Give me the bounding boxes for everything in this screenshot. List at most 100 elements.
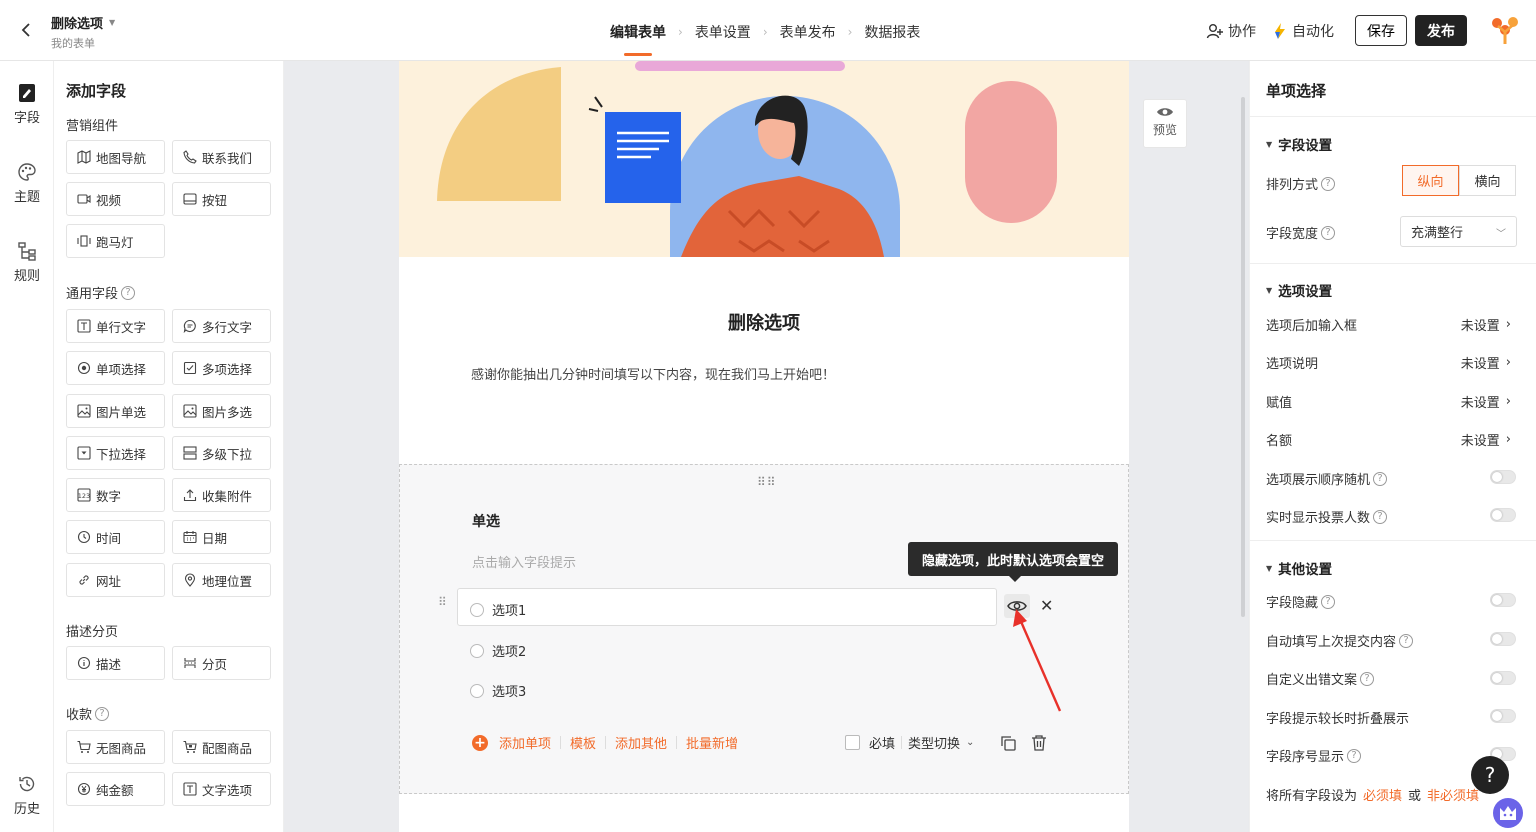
- field-date[interactable]: 日期: [172, 520, 271, 554]
- trash-icon[interactable]: [1031, 734, 1047, 752]
- section-field-settings[interactable]: ▼ 字段设置: [1266, 134, 1332, 154]
- assign-value-value[interactable]: 未设置 ›: [1461, 392, 1511, 411]
- add-other-link[interactable]: 添加其他: [615, 733, 667, 752]
- field-url[interactable]: 网址: [66, 563, 165, 597]
- field-hint-input[interactable]: 点击输入字段提示: [472, 552, 576, 571]
- field-pagination[interactable]: 分页: [172, 646, 271, 680]
- tab-edit-form[interactable]: 编辑表单: [610, 22, 666, 56]
- step-nav: 编辑表单 › 表单设置 › 表单发布 › 数据报表: [610, 22, 920, 56]
- help-icon[interactable]: ?: [1373, 509, 1388, 524]
- form-name-dropdown[interactable]: 删除选项 ▼: [51, 13, 115, 32]
- show-votes-toggle[interactable]: [1490, 508, 1516, 522]
- preview-button[interactable]: 预览: [1143, 99, 1187, 148]
- field-label: 图片单选: [96, 404, 147, 420]
- option-desc-value[interactable]: 未设置 ›: [1461, 353, 1511, 372]
- field-dropdown[interactable]: 下拉选择: [66, 436, 165, 470]
- help-icon[interactable]: ?: [1373, 471, 1388, 486]
- form-title[interactable]: 删除选项: [399, 309, 1129, 335]
- field-product-no-image[interactable]: 无图商品: [66, 730, 165, 764]
- field-pure-amount[interactable]: 纯金额: [66, 772, 165, 806]
- section-option-settings[interactable]: ▼ 选项设置: [1266, 280, 1332, 300]
- option-input-value[interactable]: 未设置 ›: [1461, 315, 1511, 334]
- back-button[interactable]: [14, 18, 38, 42]
- collab-button[interactable]: 协作: [1206, 21, 1256, 41]
- add-circle-icon[interactable]: +: [472, 734, 488, 751]
- help-icon[interactable]: ?: [95, 706, 110, 721]
- breadcrumb-parent[interactable]: 我的表单: [51, 35, 95, 51]
- field-description[interactable]: 描述: [66, 646, 165, 680]
- nav-rules[interactable]: 规则: [0, 241, 54, 284]
- field-cascade-dropdown[interactable]: 多级下拉: [172, 436, 271, 470]
- autofill-toggle[interactable]: [1490, 632, 1516, 646]
- custom-error-toggle[interactable]: [1490, 671, 1516, 685]
- app-logo[interactable]: [1488, 14, 1522, 46]
- field-map-nav[interactable]: 地图导航: [66, 140, 165, 174]
- selected-field-single-choice[interactable]: ⠿⠿ 单选 点击输入字段提示 ⠿ 选项1 选项2 选项3 ✕ 隐藏选项，此时默认…: [399, 464, 1129, 794]
- help-icon[interactable]: ?: [1347, 748, 1362, 763]
- batch-add-link[interactable]: 批量新增: [686, 733, 738, 752]
- width-select[interactable]: 充满整行 ﹀: [1400, 216, 1517, 247]
- field-label: 单行文字: [96, 319, 147, 335]
- drag-handle-icon[interactable]: ⠿⠿: [757, 475, 777, 489]
- nav-theme[interactable]: 主题: [0, 162, 54, 205]
- field-label: 分页: [202, 656, 228, 672]
- field-multi-line[interactable]: 多行文字: [172, 309, 271, 343]
- option-1-input[interactable]: [457, 588, 997, 626]
- help-icon[interactable]: ?: [1360, 671, 1375, 686]
- help-icon[interactable]: ?: [1321, 594, 1336, 609]
- layout-horizontal-option[interactable]: 横向: [1459, 165, 1516, 196]
- type-switch-dropdown[interactable]: 类型切换: [908, 733, 960, 752]
- save-button[interactable]: 保存: [1355, 15, 1407, 46]
- copy-icon[interactable]: [999, 734, 1017, 752]
- set-all-optional-link[interactable]: 非必须填: [1427, 785, 1479, 804]
- section-other-settings[interactable]: ▼ 其他设置: [1266, 558, 1332, 578]
- field-button[interactable]: 按钮: [172, 182, 271, 216]
- tab-form-publish[interactable]: 表单发布: [780, 22, 836, 56]
- option-2[interactable]: 选项2: [470, 641, 526, 660]
- hide-field-toggle[interactable]: [1490, 593, 1516, 607]
- fold-hint-toggle[interactable]: [1490, 709, 1516, 723]
- form-description[interactable]: 感谢你能抽出几分钟时间填写以下内容，现在我们马上开始吧！: [471, 364, 835, 383]
- field-image-multi[interactable]: 图片多选: [172, 394, 271, 428]
- nav-fields[interactable]: 字段: [0, 83, 54, 126]
- random-order-label: 选项展示顺序随机: [1266, 473, 1371, 488]
- field-single-choice[interactable]: 单项选择: [66, 351, 165, 385]
- nav-history[interactable]: 历史: [0, 774, 54, 817]
- help-icon[interactable]: ?: [1321, 225, 1336, 240]
- field-contact-us[interactable]: 联系我们: [172, 140, 271, 174]
- option-1[interactable]: 选项1: [470, 600, 526, 619]
- field-video[interactable]: 视频: [66, 182, 165, 216]
- assistant-icon[interactable]: [1493, 798, 1523, 828]
- quota-value[interactable]: 未设置 ›: [1461, 430, 1511, 449]
- set-all-required-link[interactable]: 必须填: [1363, 785, 1402, 804]
- template-link[interactable]: 模板: [570, 733, 596, 752]
- field-multi-choice[interactable]: 多项选择: [172, 351, 271, 385]
- tab-data-report[interactable]: 数据报表: [864, 22, 920, 56]
- field-number[interactable]: 123 数字: [66, 478, 165, 512]
- automation-button[interactable]: 自动化: [1272, 21, 1334, 41]
- required-checkbox[interactable]: [845, 735, 860, 750]
- add-option-link[interactable]: 添加单项: [499, 733, 551, 752]
- field-product-with-image[interactable]: 配图商品: [172, 730, 271, 764]
- field-attachment[interactable]: 收集附件: [172, 478, 271, 512]
- field-marquee[interactable]: 跑马灯: [66, 224, 165, 258]
- field-image-single[interactable]: 图片单选: [66, 394, 165, 428]
- help-button[interactable]: ?: [1471, 756, 1509, 794]
- random-order-toggle[interactable]: [1490, 470, 1516, 484]
- help-icon[interactable]: ?: [1321, 176, 1336, 191]
- dropdown-icon: [77, 446, 91, 460]
- scrollbar[interactable]: [1241, 97, 1245, 617]
- field-location[interactable]: 地理位置: [172, 563, 271, 597]
- help-icon[interactable]: ?: [1399, 633, 1414, 648]
- help-icon[interactable]: ?: [121, 285, 136, 300]
- field-label: 图片多选: [202, 404, 253, 420]
- tab-form-settings[interactable]: 表单设置: [695, 22, 751, 56]
- field-time[interactable]: 时间: [66, 520, 165, 554]
- layout-vertical-option[interactable]: 纵向: [1402, 165, 1459, 196]
- publish-button[interactable]: 发布: [1415, 15, 1467, 46]
- field-text-option[interactable]: 文字选项: [172, 772, 271, 806]
- option-drag-handle-icon[interactable]: ⠿: [438, 596, 448, 608]
- field-title[interactable]: 单选: [472, 511, 500, 531]
- option-3[interactable]: 选项3: [470, 681, 526, 700]
- field-single-line[interactable]: 单行文字: [66, 309, 165, 343]
